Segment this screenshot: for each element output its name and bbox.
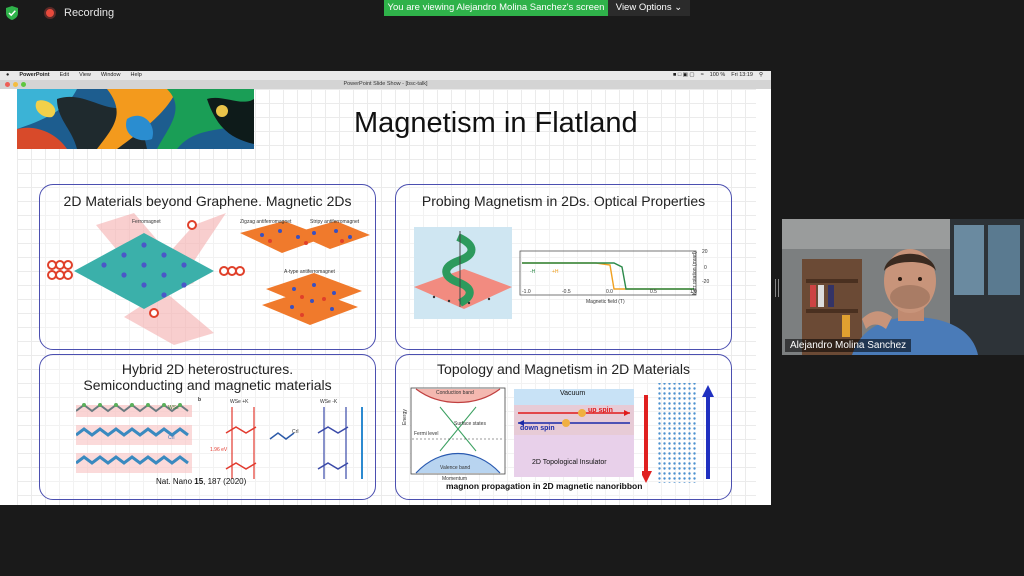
y-axis-label: Kerr rotation (mrad) [692, 251, 698, 295]
minimize-window-icon[interactable] [13, 82, 18, 87]
label-down-spin: down spin [520, 425, 555, 432]
panel-caption: magnon propagation in 2D magnetic nanori… [446, 481, 643, 491]
recording-dot-icon [44, 7, 56, 19]
label-up-spin: up spin [588, 407, 613, 414]
label-conduction-band: Conduction band [436, 390, 474, 396]
label-a-type-afm: A-type antiferromagnet [284, 269, 335, 275]
chevron-down-icon: ⌄ [674, 2, 683, 13]
shared-screen: ● PowerPoint Edit View Window Help ■ □ ▣… [0, 71, 771, 505]
label-cri3-right: CrI [292, 429, 299, 435]
status-icons: ■ □ ▣ ▢ [672, 72, 695, 78]
label-vacuum: Vacuum [560, 390, 586, 397]
clock[interactable]: Fri 13:19 [731, 71, 753, 80]
label-valence-band: Valence band [440, 465, 471, 471]
legend-plus-h: +H [552, 269, 559, 275]
recording-label: Recording [64, 7, 115, 19]
panel-title-line2: Semiconducting and magnetic materials [83, 377, 332, 393]
label-ferromagnet: Ferromagnet [132, 219, 161, 225]
slide-margin-right [756, 89, 771, 505]
participant-name: Alejandro Molina Sanchez [785, 339, 912, 352]
legend-minus-h: -H [530, 269, 536, 275]
heterostructure-illustration [76, 403, 363, 479]
label-b: b [198, 397, 202, 403]
panel-topology-magnetism: Topology and Magnetism in 2D Materials C… [395, 354, 732, 500]
panel-hybrid-heterostructures: Hybrid 2D heterostructures. Semiconducti… [39, 354, 376, 500]
apple-icon[interactable]: ● [6, 71, 9, 80]
citation: Nat. Nano 15, 187 (2020) [156, 477, 246, 486]
window-controls[interactable] [5, 82, 26, 87]
xtick: -1.0 [522, 289, 531, 295]
menu-item-view[interactable]: View [79, 71, 91, 80]
xtick: 0.0 [606, 289, 613, 295]
citation-journal: Nat. Nano [156, 477, 195, 486]
security-shield-icon[interactable] [6, 6, 18, 20]
menu-item-window[interactable]: Window [101, 71, 121, 80]
label-wse2: WSe [168, 405, 179, 411]
label-zigzag-afm: Zigzag antiferromagnet [240, 219, 292, 225]
search-icon[interactable]: ⚲ [759, 71, 763, 80]
decorative-art-image [17, 89, 254, 149]
viewing-screen-banner: You are viewing Alejandro Molina Sanchez… [384, 0, 608, 16]
label-surface-states: Surface states [454, 421, 486, 427]
ytick: 20 [702, 249, 708, 255]
slide-title: Magnetism in Flatland [354, 107, 638, 139]
label-wse2-minus-k: WSe -K [320, 399, 338, 405]
nanoribbon-illustration [642, 383, 714, 483]
view-options-label: View Options [615, 2, 672, 13]
panel-title: 2D Materials beyond Graphene. Magnetic 2… [63, 193, 352, 209]
label-fermi-level: Fermi level [414, 431, 439, 437]
xtick: -0.5 [562, 289, 571, 295]
recording-indicator[interactable]: Recording [6, 6, 114, 20]
window-title-bar: PowerPoint Slide Show - [bsc-talk] [0, 80, 771, 89]
x-axis-label: Magnetic field (T) [586, 299, 625, 305]
slide-margin-left [0, 89, 17, 505]
maximize-window-icon[interactable] [21, 82, 26, 87]
light-helix-illustration [414, 227, 512, 319]
menu-app-name[interactable]: PowerPoint [19, 71, 49, 80]
label-wse2-plus-k: WSe +K [230, 399, 249, 405]
view-options-button[interactable]: View Options ⌄ [608, 0, 690, 16]
menu-item-help[interactable]: Help [130, 71, 141, 80]
panel-optical-properties: Probing Magnetism in 2Ds. Optical Proper… [395, 184, 732, 350]
citation-volume: 15 [194, 477, 204, 486]
xtick: 0.5 [650, 289, 657, 295]
label-cri3: CrI [168, 435, 175, 441]
wifi-icon[interactable]: ≈ [701, 71, 704, 80]
label-energy-gap: 1.96 eV [210, 447, 228, 453]
meeting-top-bar: Recording You are viewing Alejandro Moli… [0, 0, 1024, 32]
window-title: PowerPoint Slide Show - [bsc-talk] [343, 81, 428, 87]
ytick: -20 [702, 279, 710, 285]
close-window-icon[interactable] [5, 82, 10, 87]
label-stripy-afm: Stripy antiferromagnet [310, 219, 360, 225]
panel-magnetic-2d-materials: 2D Materials beyond Graphene. Magnetic 2… [39, 184, 376, 350]
participant-video-frame [782, 219, 1024, 355]
label-2d-topological-insulator: 2D Topological Insulator [532, 459, 607, 466]
label-energy-axis: Energy [402, 409, 408, 425]
mac-menu-bar: ● PowerPoint Edit View Window Help ■ □ ▣… [0, 71, 771, 80]
panel-title-line1: Hybrid 2D heterostructures. [121, 361, 294, 377]
participant-video[interactable]: Alejandro Molina Sanchez [782, 219, 1024, 355]
resize-handle[interactable] [775, 279, 779, 297]
ytick: 0 [704, 265, 707, 271]
presentation-slide: Magnetism in Flatland 2D Materials beyon… [17, 89, 756, 505]
panel-title: Probing Magnetism in 2Ds. Optical Proper… [421, 193, 706, 209]
battery-level[interactable]: 100 % [710, 71, 726, 80]
magnetic-lattice-illustration [47, 213, 370, 345]
panel-title: Topology and Magnetism in 2D Materials [437, 361, 690, 377]
citation-pages: , 187 (2020) [203, 477, 247, 486]
menu-item-edit[interactable]: Edit [60, 71, 69, 80]
